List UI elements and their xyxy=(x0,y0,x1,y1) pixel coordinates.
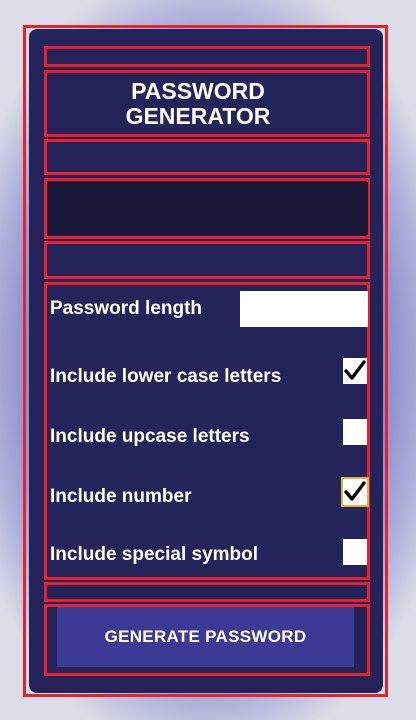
password-output[interactable] xyxy=(48,182,368,235)
lowercase-label: Include lower case letters xyxy=(50,366,282,387)
uppercase-label: Include upcase letters xyxy=(50,426,250,447)
spacer-outline-1 xyxy=(44,139,370,175)
checkmark-icon xyxy=(344,481,366,501)
password-length-input[interactable] xyxy=(240,291,368,327)
lowercase-checkbox[interactable] xyxy=(343,358,367,384)
symbol-label: Include special symbol xyxy=(50,544,259,565)
uppercase-checkbox[interactable] xyxy=(343,419,367,445)
number-label: Include number xyxy=(50,486,192,507)
checkmark-icon xyxy=(344,360,366,380)
spacer-outline-3 xyxy=(44,582,370,602)
generate-password-button[interactable]: GENERATE PASSWORD xyxy=(57,607,354,667)
length-label: Password length xyxy=(50,298,203,319)
spacer-outline-2 xyxy=(44,241,370,279)
symbol-checkbox[interactable] xyxy=(343,539,367,565)
number-checkbox[interactable] xyxy=(341,477,369,507)
page-title: PASSWORD GENERATOR xyxy=(44,70,370,137)
spacer-outline-top xyxy=(44,46,370,67)
